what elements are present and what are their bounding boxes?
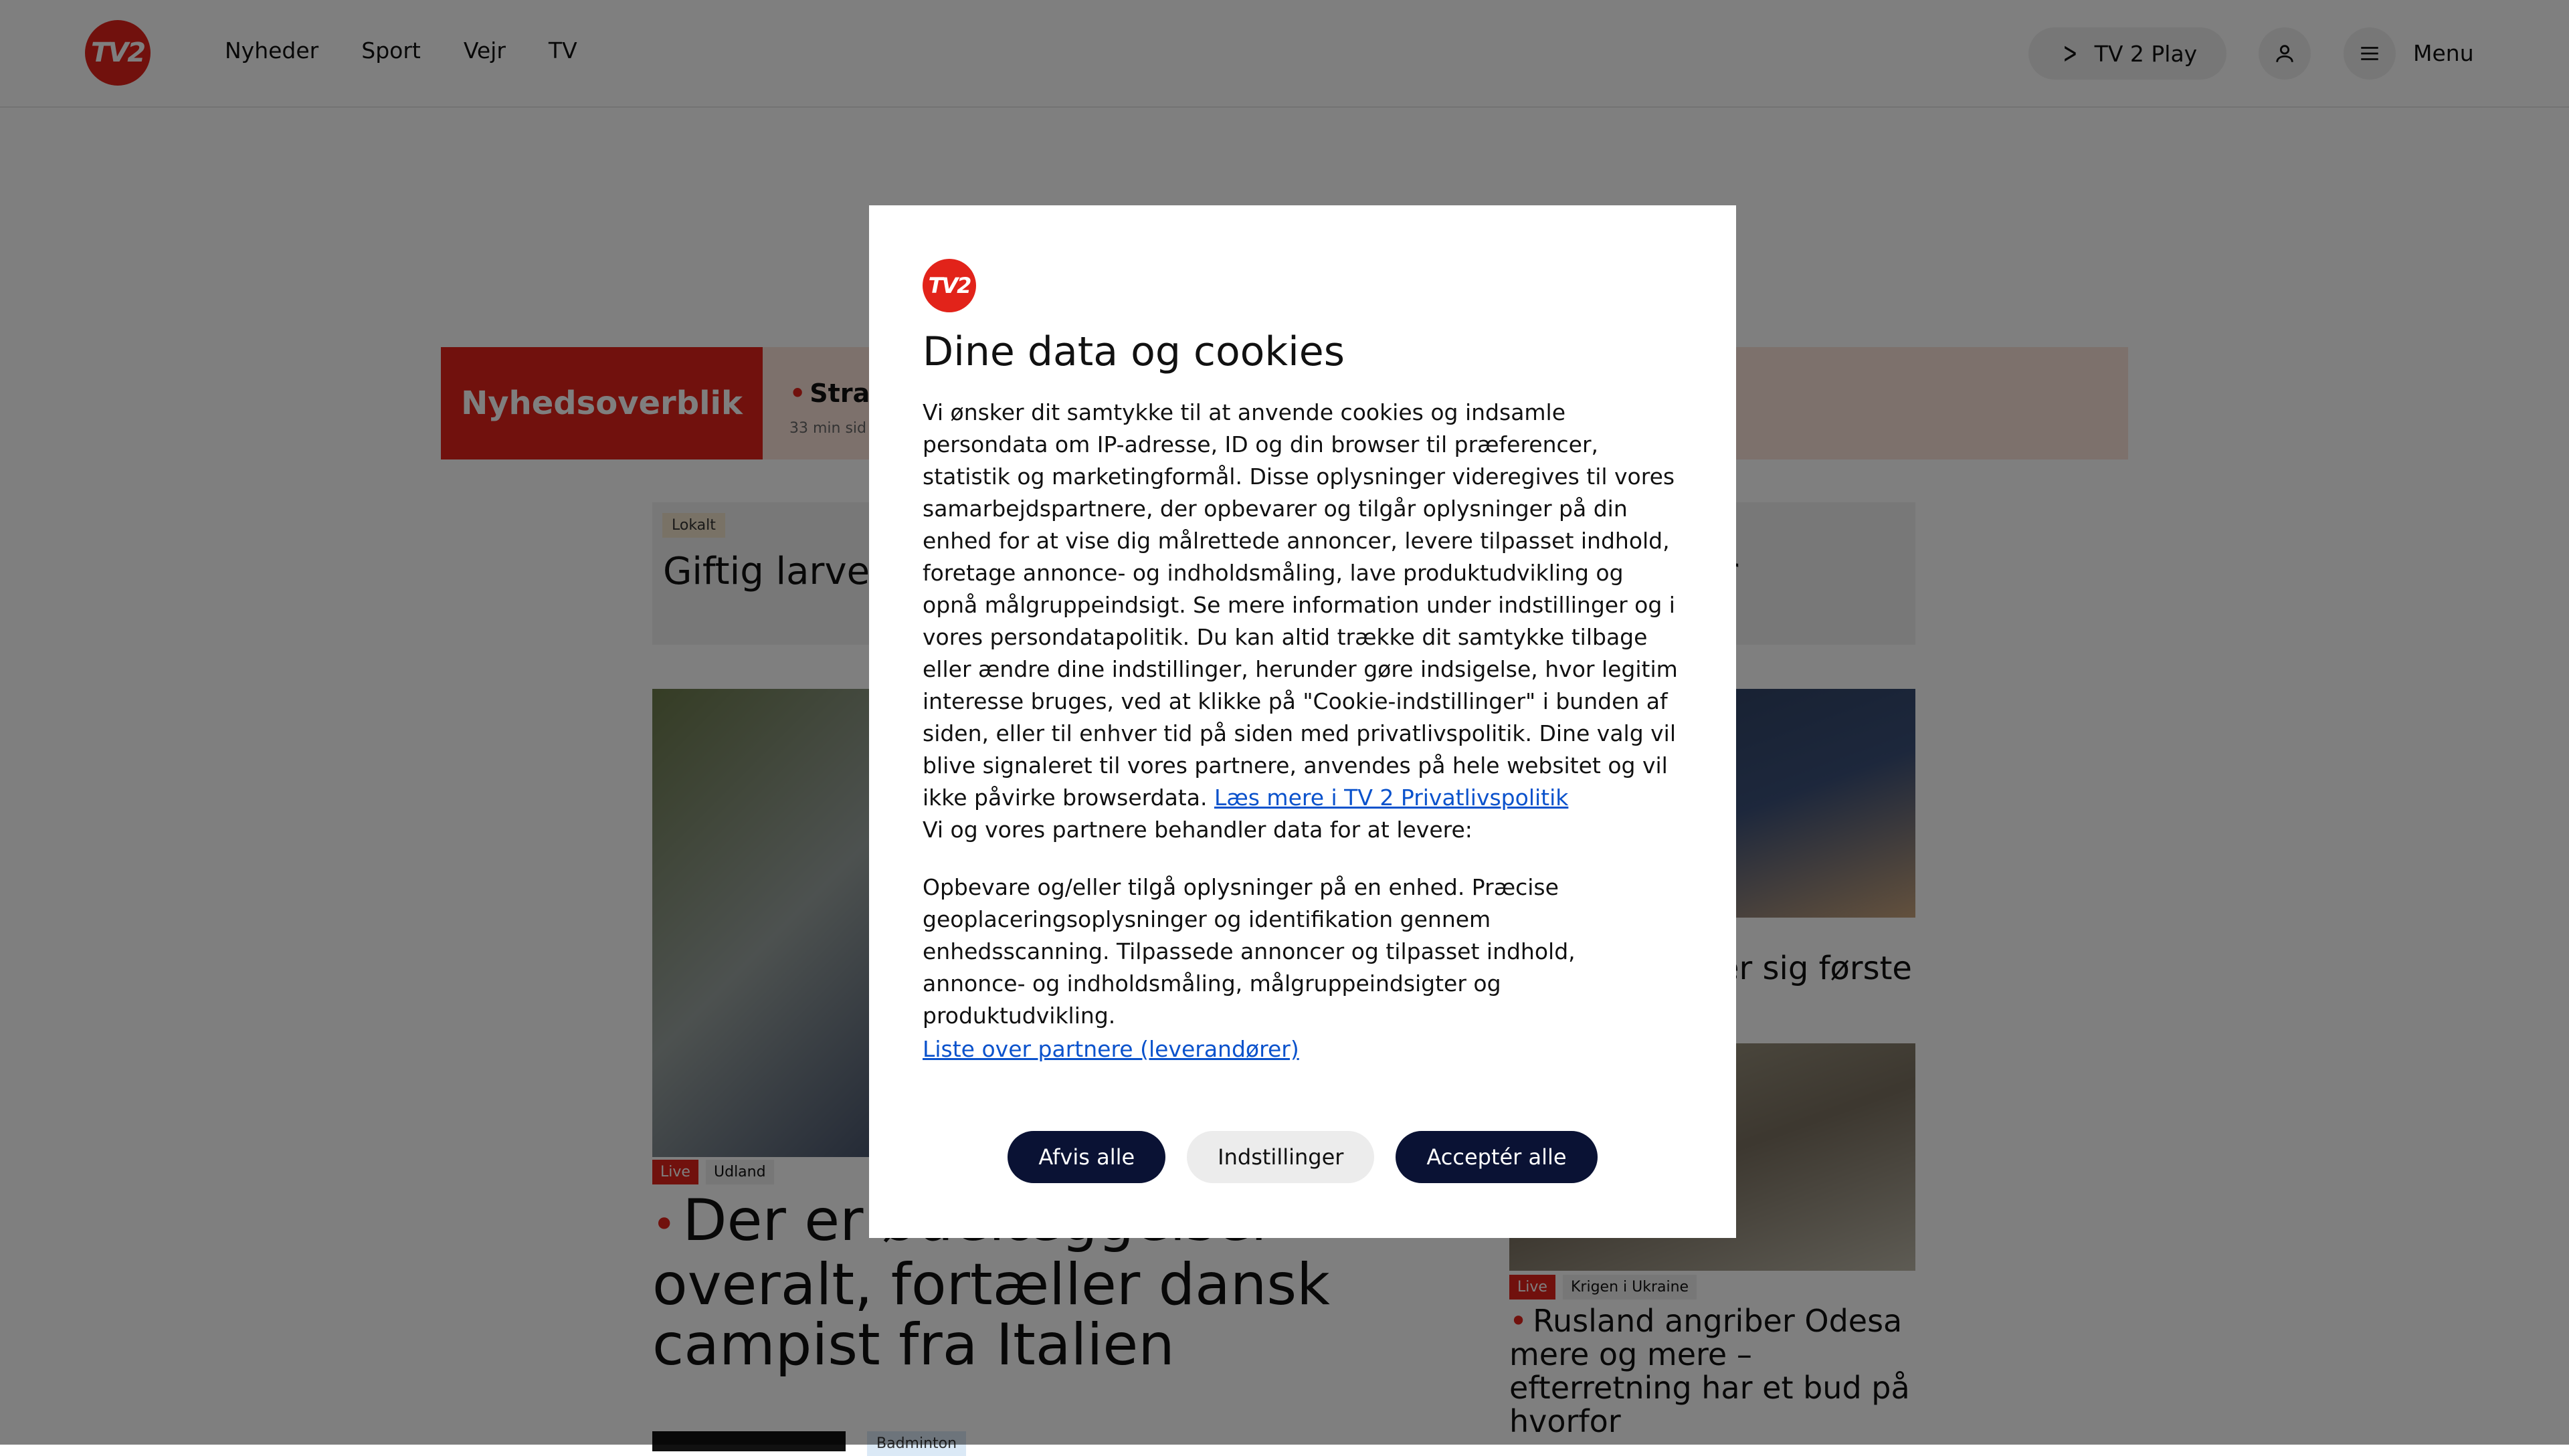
purposes-text: Opbevare og/eller tilgå oplysninger på e… xyxy=(923,874,1576,1029)
dialog-body: Vi ønsker dit samtykke til at anvende co… xyxy=(923,397,1683,846)
privacy-policy-link[interactable]: Læs mere i TV 2 Privatlivspolitik xyxy=(1214,785,1568,811)
settings-button[interactable]: Indstillinger xyxy=(1187,1131,1375,1183)
reject-all-button[interactable]: Afvis alle xyxy=(1008,1131,1166,1183)
accept-all-button[interactable]: Acceptér alle xyxy=(1396,1131,1598,1183)
partners-list-link[interactable]: Liste over partnere (leverandører) xyxy=(923,1036,1299,1062)
dialog-button-row: Afvis alle Indstillinger Acceptér alle xyxy=(869,1131,1736,1183)
dialog-title: Dine data og cookies xyxy=(923,328,1345,375)
partners-intro: Vi og vores partnere behandler data for … xyxy=(923,817,1472,843)
cookie-consent-dialog: TV2 Dine data og cookies Vi ønsker dit s… xyxy=(869,205,1736,1238)
consent-text: Vi ønsker dit samtykke til at anvende co… xyxy=(923,399,1678,811)
tv2-logo: TV2 xyxy=(923,259,976,312)
